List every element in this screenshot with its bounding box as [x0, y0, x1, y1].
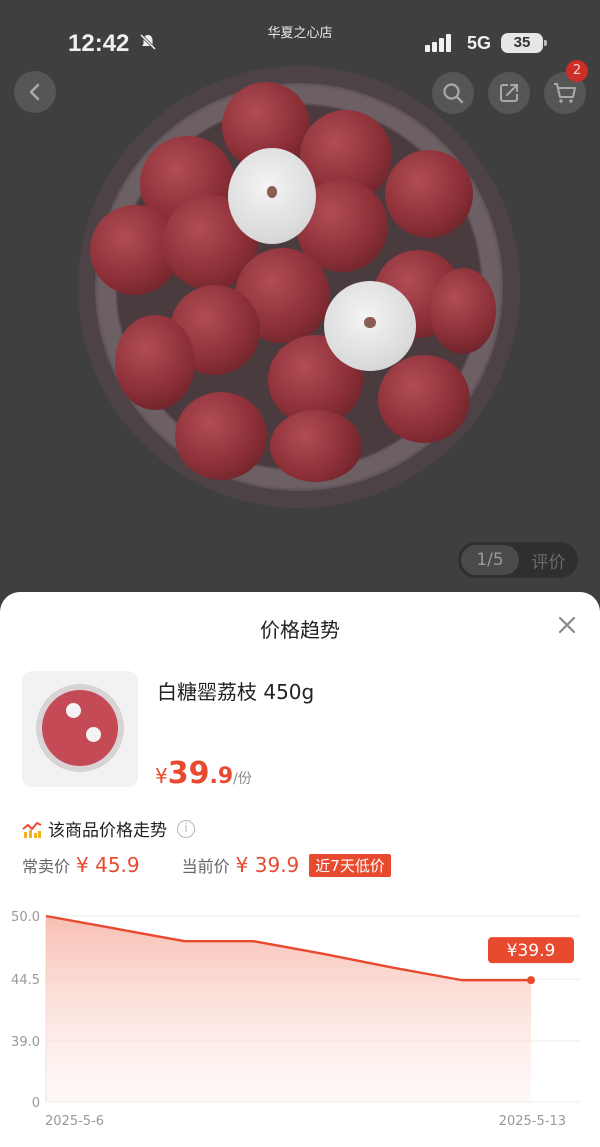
lychee-image — [115, 315, 195, 410]
price-area — [46, 916, 531, 1102]
peeled-lychee-image — [228, 148, 316, 244]
chevron-left-icon — [29, 83, 40, 101]
price-summary: 常卖价 ¥ 45.9 当前价 ¥ 39.9 近7天低价 — [22, 853, 391, 877]
thumbnail-fruit — [42, 690, 118, 766]
current-price-point — [527, 976, 535, 985]
thumbnail-peeled-fruit — [66, 703, 81, 718]
close-icon — [558, 616, 576, 634]
lowest-price-tag: 近7天低价 — [309, 853, 391, 877]
lychee-image — [430, 268, 496, 354]
cellular-signal-icon — [425, 33, 453, 52]
peeled-lychee-image — [324, 281, 416, 371]
lychee-image — [175, 392, 267, 480]
x-tick-label: 2025-5-13 — [499, 1114, 566, 1129]
lychee-image — [385, 150, 473, 238]
y-tick-label: 50.0 — [11, 910, 40, 925]
trend-title: 该商品价格走势 — [48, 821, 167, 841]
lychee-image — [378, 355, 470, 443]
share-button[interactable] — [488, 72, 530, 114]
price-decimal: .9 — [209, 764, 234, 789]
sheet-title: 价格趋势 — [260, 618, 340, 642]
search-icon — [443, 83, 464, 104]
cart-count-badge: 2 — [566, 60, 588, 82]
product-price: ¥39.9/份 — [155, 756, 252, 791]
x-tick-label: 2025-5-6 — [45, 1114, 104, 1129]
review-tab[interactable]: 评价 — [519, 548, 578, 573]
thumbnail-peeled-fruit — [86, 727, 101, 742]
share-icon — [500, 84, 518, 102]
regular-price-label: 常卖价 — [22, 857, 71, 876]
product-thumbnail — [22, 671, 138, 787]
product-name: 白糖罂荔枝 450g — [157, 680, 315, 704]
lychee-image — [270, 410, 362, 482]
battery-level: 35 — [513, 34, 531, 51]
regular-price: ¥ 45.9 — [76, 853, 140, 877]
trend-header: 该商品价格走势 i — [22, 816, 195, 841]
price-integer: 39 — [167, 756, 210, 791]
price-trend-chart: 50.0 44.5 39.0 0 ¥39.9 2025-5-6 2025-5-13 — [11, 910, 580, 1129]
info-icon[interactable]: i — [177, 819, 195, 838]
price-trend-sheet: 价格趋势 白糖罂荔枝 450g ¥39.9/份 该商品价格走势 i 常卖价 ¥ … — [0, 592, 600, 1147]
gallery-pager: 1/5 评价 — [458, 542, 578, 578]
page-indicator: 1/5 — [461, 545, 519, 575]
current-price: ¥ 39.9 — [235, 853, 300, 877]
network-type: 5G — [467, 33, 492, 53]
status-bar: 12:42 华夏之心店 5G 35 — [0, 0, 600, 80]
price-currency: ¥ — [155, 764, 168, 788]
price-unit: /份 — [233, 771, 252, 787]
cart-icon — [554, 83, 576, 103]
y-tick-label: 39.0 — [11, 1035, 40, 1050]
y-tick-label: 44.5 — [11, 973, 40, 988]
trend-chart-icon — [22, 821, 42, 838]
current-price-callout-label: ¥39.9 — [507, 941, 556, 961]
battery-icon: 35 — [501, 33, 547, 53]
current-price-label: 当前价 — [181, 857, 230, 876]
close-button[interactable] — [552, 612, 582, 642]
search-button[interactable] — [432, 72, 474, 114]
back-button[interactable] — [14, 71, 56, 113]
y-tick-label: 0 — [32, 1096, 40, 1111]
